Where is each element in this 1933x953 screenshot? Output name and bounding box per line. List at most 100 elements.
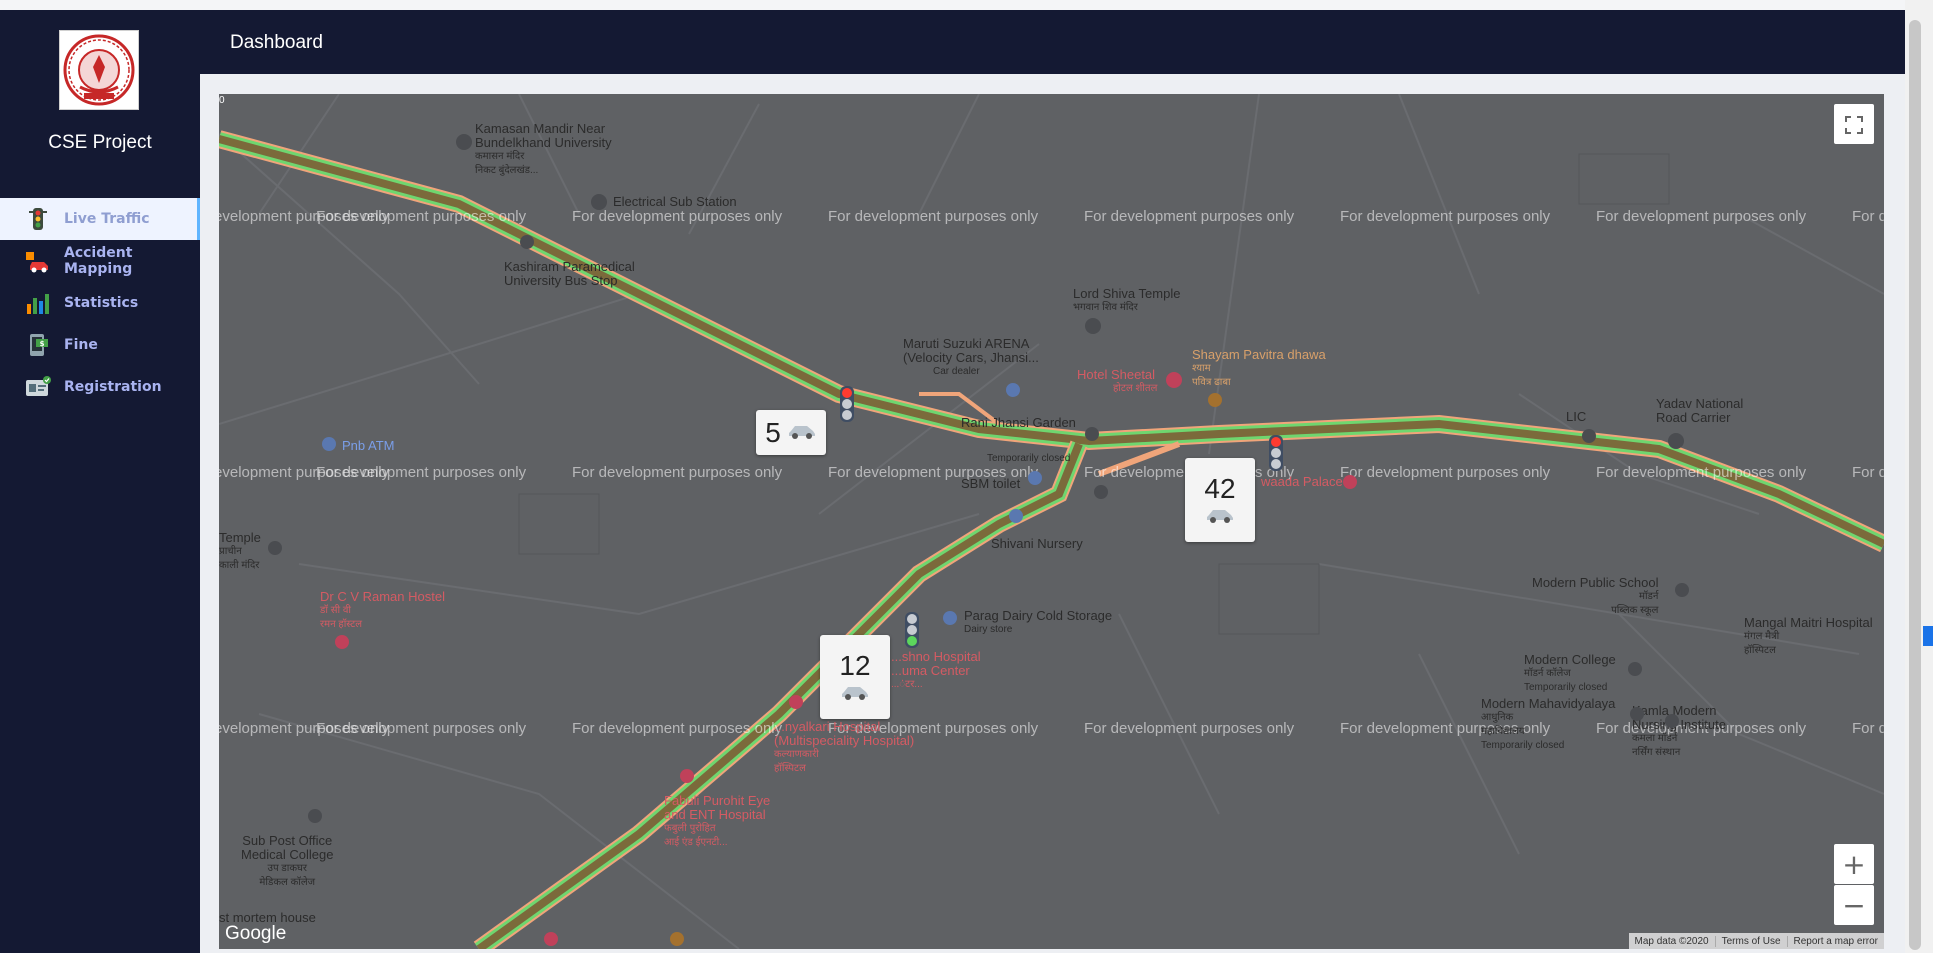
vehicle-count-card[interactable]: 12 [820,635,890,719]
poi-modern-mahavidyalaya[interactable]: Modern Mahavidyalaya आधुनिक महाविद्यालय … [1481,697,1615,753]
sidebar-nav: Live Traffic Accident Mapping Statistics… [0,198,200,408]
poi-kashiram[interactable]: Kashiram Paramedical University Bus Stop [504,260,635,288]
poi-shayam-pavitra-dhawa[interactable]: Shayam Pavitra dhawa श्याम पवित्र ढाबा [1192,348,1326,390]
poi-label: महाविद्यालय [1481,726,1525,737]
poi-label: कल्याणकारी [774,749,819,760]
poi-label: and ENT Hospital [664,807,766,822]
poi-label: (Velocity Cars, Jhansi... [903,350,1039,365]
sidebar-item-statistics[interactable]: Statistics [0,282,200,324]
poi-label: कमला मॉडर्न [1632,733,1678,744]
sidebar-item-accident-mapping[interactable]: Accident Mapping [0,240,200,282]
poi-electrical-sub-station[interactable]: Electrical Sub Station [613,195,737,209]
poi-label: होटल शीतल [1113,383,1158,394]
poi-label: पवित्र ढाबा [1192,377,1231,388]
sidebar-item-label: Registration [64,379,162,395]
poi-lic[interactable]: LIC [1566,410,1586,424]
poi-label: मंगल मैत्री [1744,631,1780,642]
poi-label: Parag Dairy Cold Storage [964,608,1113,623]
sidebar-item-fine[interactable]: $ Fine [0,324,200,366]
sidebar-item-label: Live Traffic [64,211,150,227]
poi-fabuli-purohit[interactable]: Fabuli Purohit Eye and ENT Hospital फबुल… [664,794,770,850]
zoom-in-button[interactable]: + [1834,844,1874,884]
watermark: For development purposes only [1340,464,1551,481]
poi-label: Nursing Institute [1632,717,1726,732]
traffic-light-icon [24,205,52,233]
poi-label: (Multispeciality Hospital) [774,733,915,748]
scrollbar-thumb[interactable] [1909,20,1921,950]
poi-label: आधुनिक [1481,712,1514,723]
poi-label: हॉस्पिटल [774,763,806,774]
poi-label: Temporarily closed [1481,740,1565,751]
car-icon [1205,505,1235,528]
poi-modern-public-school[interactable]: Modern Public School मॉडर्न पब्लिक स्कूल [1532,576,1658,618]
watermark: For development purposes only [572,720,783,737]
vehicle-count-card[interactable]: 42 [1185,458,1255,542]
poi-label: Dairy store [964,624,1013,635]
poi-label: Kamasan Mandir Near [475,121,606,136]
poi-label: डॉ सी वी [320,605,351,616]
poi-kamla-modern[interactable]: Kamla Modern Nursing Institute कमला मॉडर… [1632,704,1726,760]
poi-kamasan[interactable]: Kamasan Mandir Near Bundelkhand Universi… [475,122,612,178]
poi-sub-post-office[interactable]: Sub Post Office Medical College उप डाकघर… [241,834,334,890]
poi-maruti-suzuki[interactable]: Maruti Suzuki ARENA (Velocity Cars, Jhan… [903,337,1039,379]
poi-label: श्याम [1192,363,1211,374]
sidebar-item-label: Fine [64,337,98,353]
watermark: For development purposes only [572,208,783,225]
car-icon [787,421,817,444]
poi-label: Car dealer [933,366,980,377]
map-attribution: Map data ©2020 Terms of Use Report a map… [1628,933,1884,949]
poi-sbm-toilet[interactable]: SBM toilet [961,477,1020,491]
sidebar-item-live-traffic[interactable]: Live Traffic [0,198,200,240]
poi-label: ...uma Center [891,663,970,678]
poi-label: हॉस्पिटल [1744,645,1776,656]
poi-label: Road Carrier [1656,410,1731,425]
poi-multispeciality-hospital[interactable]: ...nyalkari Hospital (Multispeciality Ho… [774,720,914,776]
poi-label: मॉडर्न [1638,591,1659,602]
vehicle-count-card[interactable]: 5 [756,410,826,455]
poi-parag-dairy[interactable]: Parag Dairy Cold Storage Dairy store [964,609,1112,637]
poi-yadav-national[interactable]: Yadav National Road Carrier [1656,397,1743,425]
poi-label: Maruti Suzuki ARENA [903,336,1030,351]
poi-label: निकट बुंदेलखंड... [475,165,539,176]
poi-lord-shiva-temple[interactable]: Lord Shiva Temple भगवान शिव मंदिर [1073,287,1180,315]
poi-hotel-sheetal[interactable]: Hotel Sheetal होटल शीतल [1077,368,1157,396]
poi-label: उप डाकघर [267,863,308,874]
traffic-map[interactable]: For development purposes only For develo… [219,94,1884,949]
vehicle-count: 12 [839,649,871,681]
fullscreen-icon [1845,108,1863,141]
poi-label: Yadav National [1656,396,1744,411]
vehicle-count: 42 [1204,472,1236,504]
poi-temple[interactable]: Temple प्राचीन काली मंदिर [219,531,261,573]
poi-label: फबुली पुरोहित [664,823,716,834]
poi-label: भगवान शिव मंदिर [1073,302,1138,313]
terms-link[interactable]: Terms of Use [1714,935,1787,947]
poi-label: University Bus Stop [504,273,618,288]
watermark: For development purposes only [1084,720,1295,737]
watermark: For development purposes only [1596,464,1807,481]
poi-label: Fabuli Purohit Eye [664,793,771,808]
poi-modern-college[interactable]: Modern College मॉडर्न कॉलेज Temporarily … [1524,653,1616,695]
poi-hospital-trauma[interactable]: ...shno Hospital ...uma Center ...ंटर... [891,650,981,692]
sidebar-item-registration[interactable]: Registration [0,366,200,408]
poi-palace[interactable]: waada Palace [1261,475,1343,489]
car-icon [840,682,870,705]
poi-mangal-maitri[interactable]: Mangal Maitri Hospital मंगल मैत्री हॉस्प… [1744,616,1873,658]
watermark: For development purposes only [316,720,527,737]
zoom-out-button[interactable]: − [1834,885,1874,925]
watermark: For development purposes only [1596,208,1807,225]
university-seal-icon [59,30,139,110]
poi-temporarily-closed: Temporarily closed [987,453,1071,464]
poi-raman-hostel[interactable]: Dr C V Raman Hostel डॉ सी वी रमन हॉस्टल [320,590,445,632]
watermark: For development purposes only [828,208,1039,225]
poi-label: कमासन मंदिर [475,151,525,162]
fullscreen-button[interactable] [1834,104,1874,144]
google-logo: Google [225,923,287,944]
id-card-icon [24,373,52,401]
poi-rani-jhansi-garden[interactable]: Rani Jhansi Garden [961,416,1076,430]
poi-shivani-nursery[interactable]: Shivani Nursery [991,537,1083,551]
poi-pnb-atm[interactable]: Pnb ATM [342,439,395,453]
report-error-link[interactable]: Report a map error [1786,935,1884,947]
poi-label: Modern Mahavidyalaya [1481,696,1616,711]
poi-label: मॉडर्न कॉलेज [1524,668,1571,679]
watermark: For development purposes only [1084,208,1295,225]
